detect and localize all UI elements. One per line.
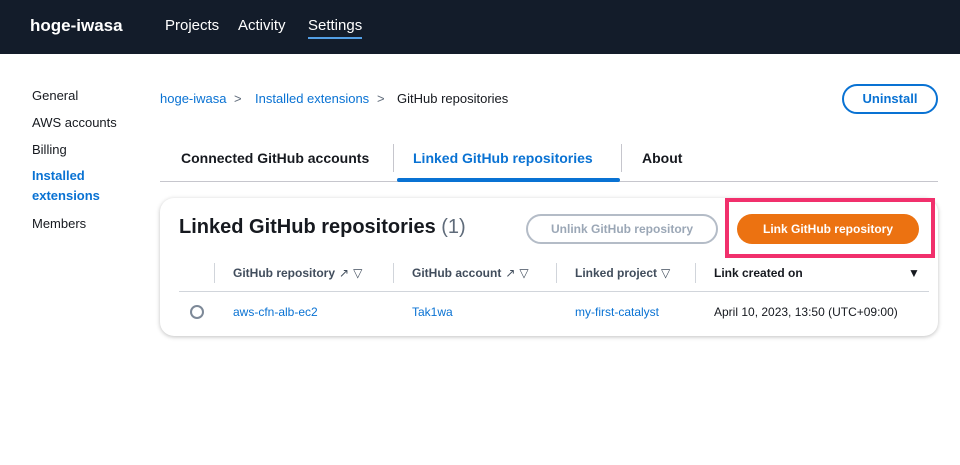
- divider: [556, 263, 557, 283]
- label: GitHub repository: [233, 266, 336, 280]
- nav-projects[interactable]: Projects: [165, 17, 219, 34]
- tab-connected-accounts[interactable]: Connected GitHub accounts: [181, 150, 369, 166]
- divider: [393, 263, 394, 283]
- sidebar-item-billing[interactable]: Billing: [32, 142, 67, 157]
- column-header-account[interactable]: GitHub account ↗ ▽: [412, 266, 529, 280]
- column-header-project[interactable]: Linked project ▽: [575, 266, 670, 280]
- label: Installed: [32, 168, 85, 183]
- project-link[interactable]: my-first-catalyst: [575, 305, 659, 319]
- sort-icon[interactable]: ▽: [519, 266, 528, 280]
- divider: [179, 291, 929, 292]
- uninstall-button[interactable]: Uninstall: [842, 84, 938, 114]
- tab-linked-repositories[interactable]: Linked GitHub repositories: [413, 150, 593, 166]
- count: (1): [441, 216, 466, 238]
- title-text: Linked GitHub repositories: [179, 216, 436, 238]
- brand-name[interactable]: hoge-iwasa: [30, 16, 123, 36]
- breadcrumb-current: GitHub repositories: [397, 91, 509, 106]
- divider: [393, 144, 394, 172]
- external-link-icon: ↗: [505, 266, 516, 280]
- nav-settings[interactable]: Settings: [308, 17, 363, 39]
- label: Linked project: [575, 266, 658, 280]
- sidebar-item-aws-accounts[interactable]: AWS accounts: [32, 115, 117, 130]
- label: extensions: [32, 188, 100, 203]
- breadcrumb-hoge-iwasa[interactable]: hoge-iwasa: [160, 91, 227, 106]
- panel-title: Linked GitHub repositories (1): [179, 216, 466, 239]
- highlight-box: [725, 198, 935, 258]
- top-nav-bar: hoge-iwasa Projects Activity Settings: [0, 0, 960, 54]
- breadcrumb-installed-extensions[interactable]: Installed extensions: [255, 91, 369, 106]
- repo-link[interactable]: aws-cfn-alb-ec2: [233, 305, 318, 319]
- row-select-radio[interactable]: [190, 305, 204, 319]
- column-header-repository[interactable]: GitHub repository ↗ ▽: [233, 266, 362, 280]
- sort-descending-icon[interactable]: ▼: [908, 266, 920, 280]
- tab-about[interactable]: About: [642, 150, 682, 166]
- sort-icon[interactable]: ▽: [353, 266, 362, 280]
- account-link[interactable]: Tak1wa: [412, 305, 453, 319]
- label: GitHub account: [412, 266, 502, 280]
- column-header-created[interactable]: Link created on: [714, 266, 803, 280]
- sort-icon[interactable]: ▽: [661, 266, 670, 280]
- nav-activity[interactable]: Activity: [238, 17, 286, 34]
- chevron-right-icon: >: [234, 91, 242, 106]
- divider: [621, 144, 622, 172]
- divider: [695, 263, 696, 283]
- sidebar-item-general[interactable]: General: [32, 88, 78, 103]
- active-tab-indicator: [397, 178, 620, 182]
- sidebar-item-installed-extensions[interactable]: Installed extensions: [32, 166, 100, 206]
- sidebar-item-members[interactable]: Members: [32, 216, 86, 231]
- unlink-repository-button[interactable]: Unlink GitHub repository: [526, 214, 718, 244]
- divider: [214, 263, 215, 283]
- created-date: April 10, 2023, 13:50 (UTC+09:00): [714, 305, 898, 319]
- chevron-right-icon: >: [377, 91, 385, 106]
- external-link-icon: ↗: [339, 266, 350, 280]
